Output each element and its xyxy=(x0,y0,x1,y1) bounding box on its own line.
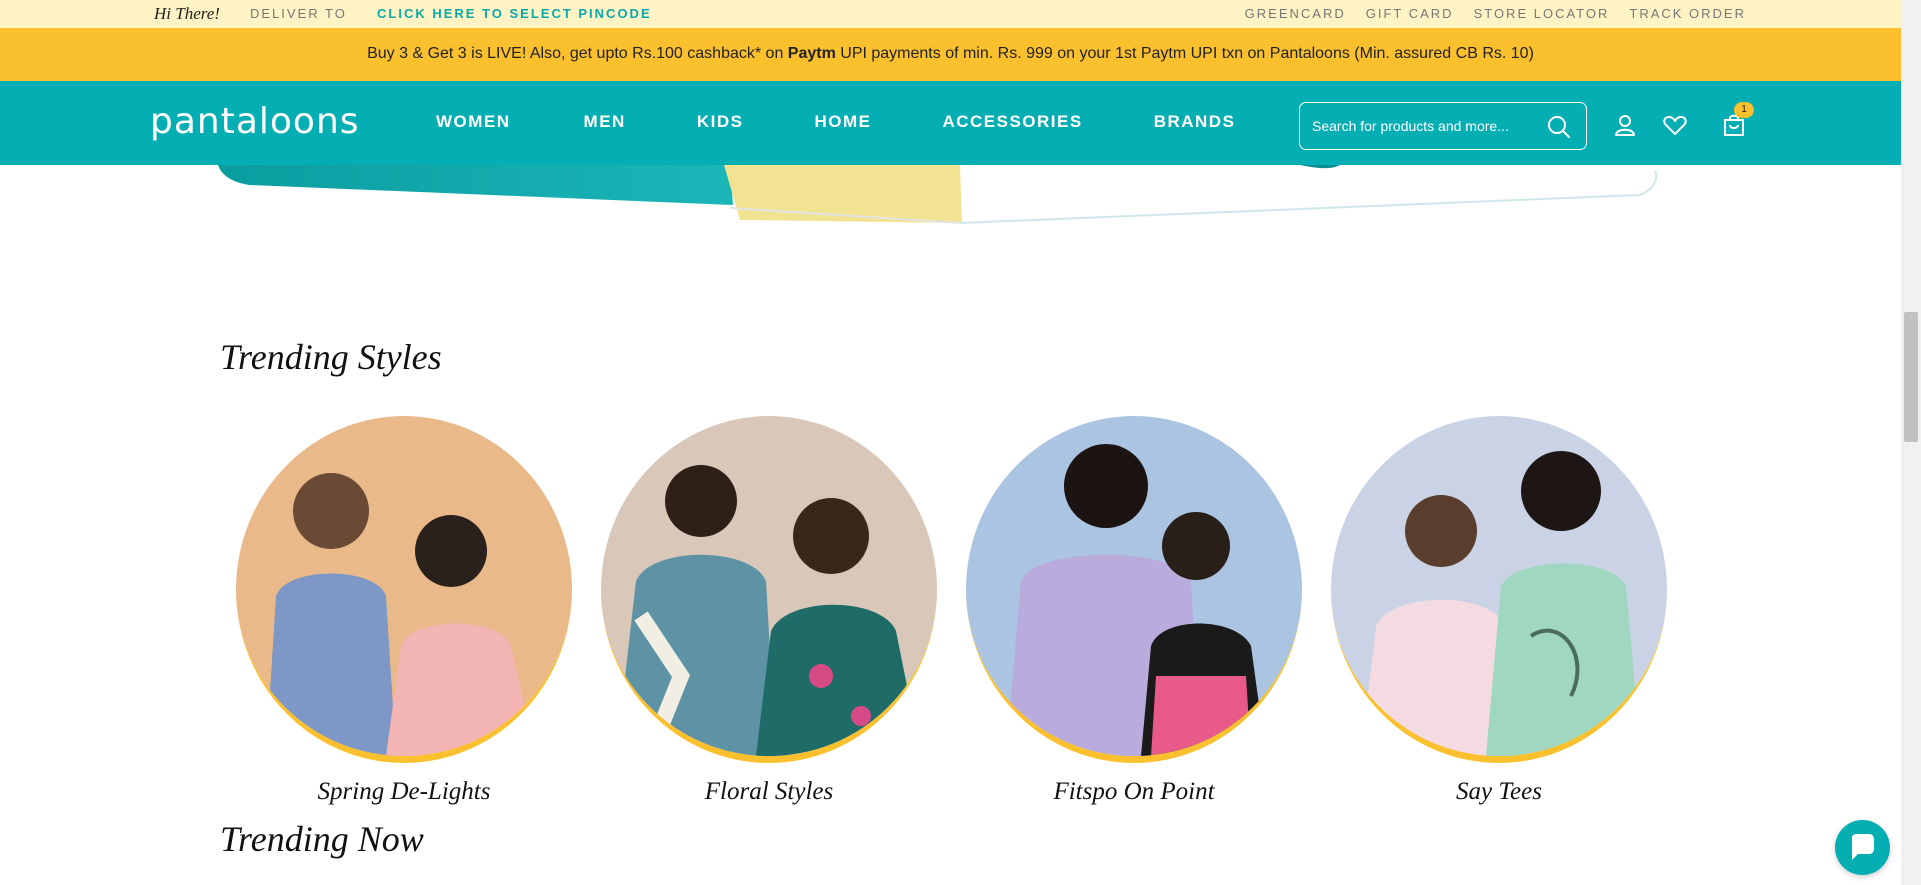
style-card-say-tees[interactable]: Say Tees xyxy=(1331,416,1667,805)
style-image[interactable] xyxy=(966,416,1302,763)
nav-item-men[interactable]: MEN xyxy=(584,112,626,132)
chat-bubble-icon xyxy=(1852,834,1874,860)
style-photo-tees-icon xyxy=(1331,416,1667,756)
utility-links: GREENCARD GIFT CARD STORE LOCATOR TRACK … xyxy=(1245,6,1746,21)
style-card-fitspo-on-point[interactable]: Fitspo On Point xyxy=(966,416,1302,805)
track-order-link[interactable]: TRACK ORDER xyxy=(1629,6,1746,21)
style-image[interactable] xyxy=(1331,416,1667,763)
hero-banner-remnant[interactable] xyxy=(0,165,1901,235)
style-label: Floral Styles xyxy=(704,778,834,805)
nav-item-accessories[interactable]: ACCESSORIES xyxy=(942,112,1082,132)
trending-now-heading: Trending Now xyxy=(220,819,424,859)
user-account-icon[interactable] xyxy=(1612,112,1638,138)
promo-banner[interactable]: Buy 3 & Get 3 is LIVE! Also, get upto Rs… xyxy=(0,28,1901,81)
wishlist-heart-icon[interactable] xyxy=(1662,112,1688,138)
chat-button[interactable] xyxy=(1835,820,1890,875)
style-image[interactable] xyxy=(601,416,937,763)
utility-bar: Hi There! DELIVER TO CLICK HERE TO SELEC… xyxy=(0,0,1901,28)
search-box xyxy=(1299,102,1587,150)
pantaloons-logo[interactable]: pantaloons xyxy=(150,101,360,142)
style-photo-couple-icon xyxy=(236,416,572,756)
search-icon[interactable] xyxy=(1546,114,1572,140)
style-image[interactable] xyxy=(236,416,572,763)
nav-item-kids[interactable]: KIDS xyxy=(697,112,744,132)
promo-text-part-2: UPI payments of min. Rs. 999 on your 1st… xyxy=(835,45,1534,62)
select-pincode-link[interactable]: CLICK HERE TO SELECT PINCODE xyxy=(377,6,652,21)
main-nav: pantaloons WOMEN MEN KIDS HOME ACCESSORI… xyxy=(0,81,1901,165)
cart-count-badge: 1 xyxy=(1734,102,1754,118)
page-scrollbar-track[interactable] xyxy=(1901,0,1921,885)
search-input[interactable] xyxy=(1312,115,1542,137)
style-photo-floral-icon xyxy=(601,416,937,756)
nav-item-home[interactable]: HOME xyxy=(814,112,871,132)
store-locator-link[interactable]: STORE LOCATOR xyxy=(1474,6,1610,21)
nav-item-brands[interactable]: BRANDS xyxy=(1154,112,1236,132)
style-label: Spring De-Lights xyxy=(317,778,491,805)
promo-brand: Paytm xyxy=(787,45,836,62)
greeting: Hi There! xyxy=(154,4,220,23)
promo-text-part-1: Buy 3 & Get 3 is LIVE! Also, get upto Rs… xyxy=(367,45,788,62)
trending-styles-heading: Trending Styles xyxy=(220,337,442,377)
page-scrollbar-thumb[interactable] xyxy=(1904,312,1918,442)
nav-menu: WOMEN MEN KIDS HOME ACCESSORIES BRANDS xyxy=(436,112,1235,132)
style-card-floral-styles[interactable]: Floral Styles xyxy=(601,416,937,805)
style-label: Say Tees xyxy=(1456,778,1542,805)
greencard-link[interactable]: GREENCARD xyxy=(1245,6,1346,21)
promo-text: Buy 3 & Get 3 is LIVE! Also, get upto Rs… xyxy=(367,45,1534,63)
deliver-to-label: DELIVER TO xyxy=(250,6,347,21)
gift-card-link[interactable]: GIFT CARD xyxy=(1366,6,1454,21)
style-photo-sportswear-icon xyxy=(966,416,1302,756)
nav-item-women[interactable]: WOMEN xyxy=(436,112,511,132)
style-card-spring-de-lights[interactable]: Spring De-Lights xyxy=(236,416,572,805)
style-label: Fitspo On Point xyxy=(1053,778,1215,805)
